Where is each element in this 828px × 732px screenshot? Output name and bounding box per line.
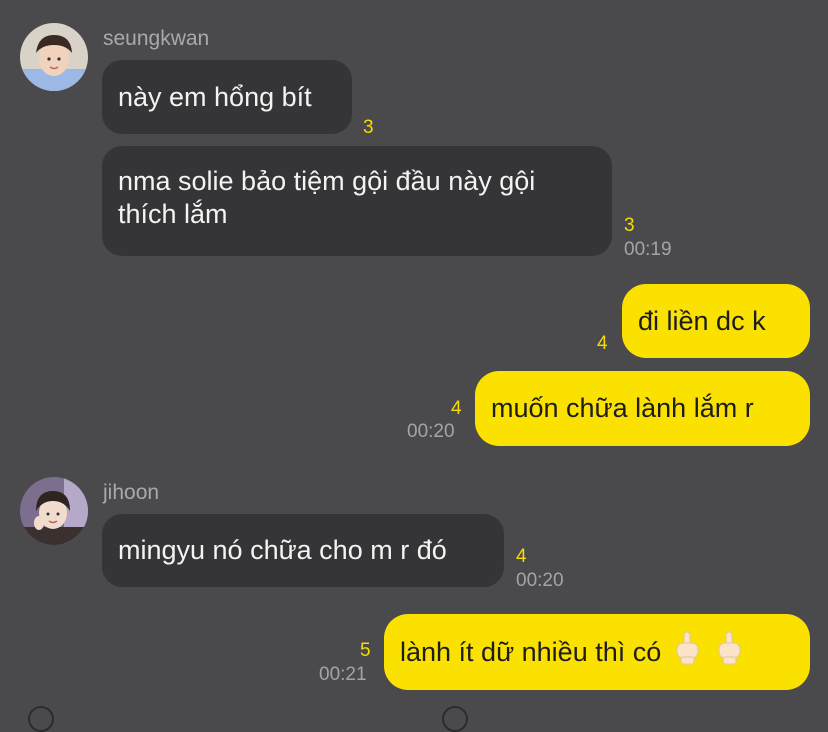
outgoing-message-bubble[interactable]: đi liền dc k [622, 284, 810, 358]
message-text-line: nma solie bảo tiệm gội đầu này gội [118, 166, 536, 196]
incoming-message-bubble[interactable]: này em hổng bít [102, 60, 352, 134]
avatar-seungkwan-image [20, 23, 88, 91]
unread-count: 4 [597, 333, 608, 354]
incoming-message-bubble[interactable]: nma solie bảo tiệm gội đầu này gội thích… [102, 146, 612, 256]
middle-finger-emoji-icon [713, 631, 745, 673]
message-text: này em hổng bít [118, 81, 312, 112]
outgoing-message-bubble[interactable]: lành ít dữ nhiều thì có [384, 614, 810, 690]
partial-avatar-icon [442, 706, 468, 732]
unread-count: 5 [360, 640, 371, 661]
unread-count: 3 [624, 215, 635, 236]
message-text: đi liền dc k [638, 305, 766, 336]
message-timestamp: 00:20 [516, 570, 564, 591]
incoming-message-bubble[interactable]: mingyu nó chữa cho m r đó [102, 514, 504, 587]
avatar-seungkwan[interactable] [20, 23, 88, 91]
partial-avatar-icon [28, 706, 54, 732]
message-text: muốn chữa lành lắm r [491, 393, 754, 423]
message-text: mingyu nó chữa cho m r đó [118, 535, 447, 565]
outgoing-message-bubble[interactable]: muốn chữa lành lắm r [475, 371, 810, 446]
message-text: lành ít dữ nhiều thì có [400, 636, 662, 667]
sender-name: jihoon [103, 481, 160, 504]
unread-count: 3 [363, 117, 374, 138]
message-timestamp: 00:19 [624, 239, 672, 260]
middle-finger-emoji-icon [671, 631, 703, 673]
message-timestamp: 00:20 [407, 421, 455, 442]
message-text-line: thích lắm [118, 199, 228, 229]
sender-name: seungkwan [103, 27, 210, 50]
message-timestamp: 00:21 [319, 664, 367, 685]
avatar-jihoon[interactable] [20, 477, 88, 545]
unread-count: 4 [516, 546, 527, 567]
unread-count: 4 [451, 398, 462, 419]
avatar-jihoon-image [20, 477, 88, 545]
